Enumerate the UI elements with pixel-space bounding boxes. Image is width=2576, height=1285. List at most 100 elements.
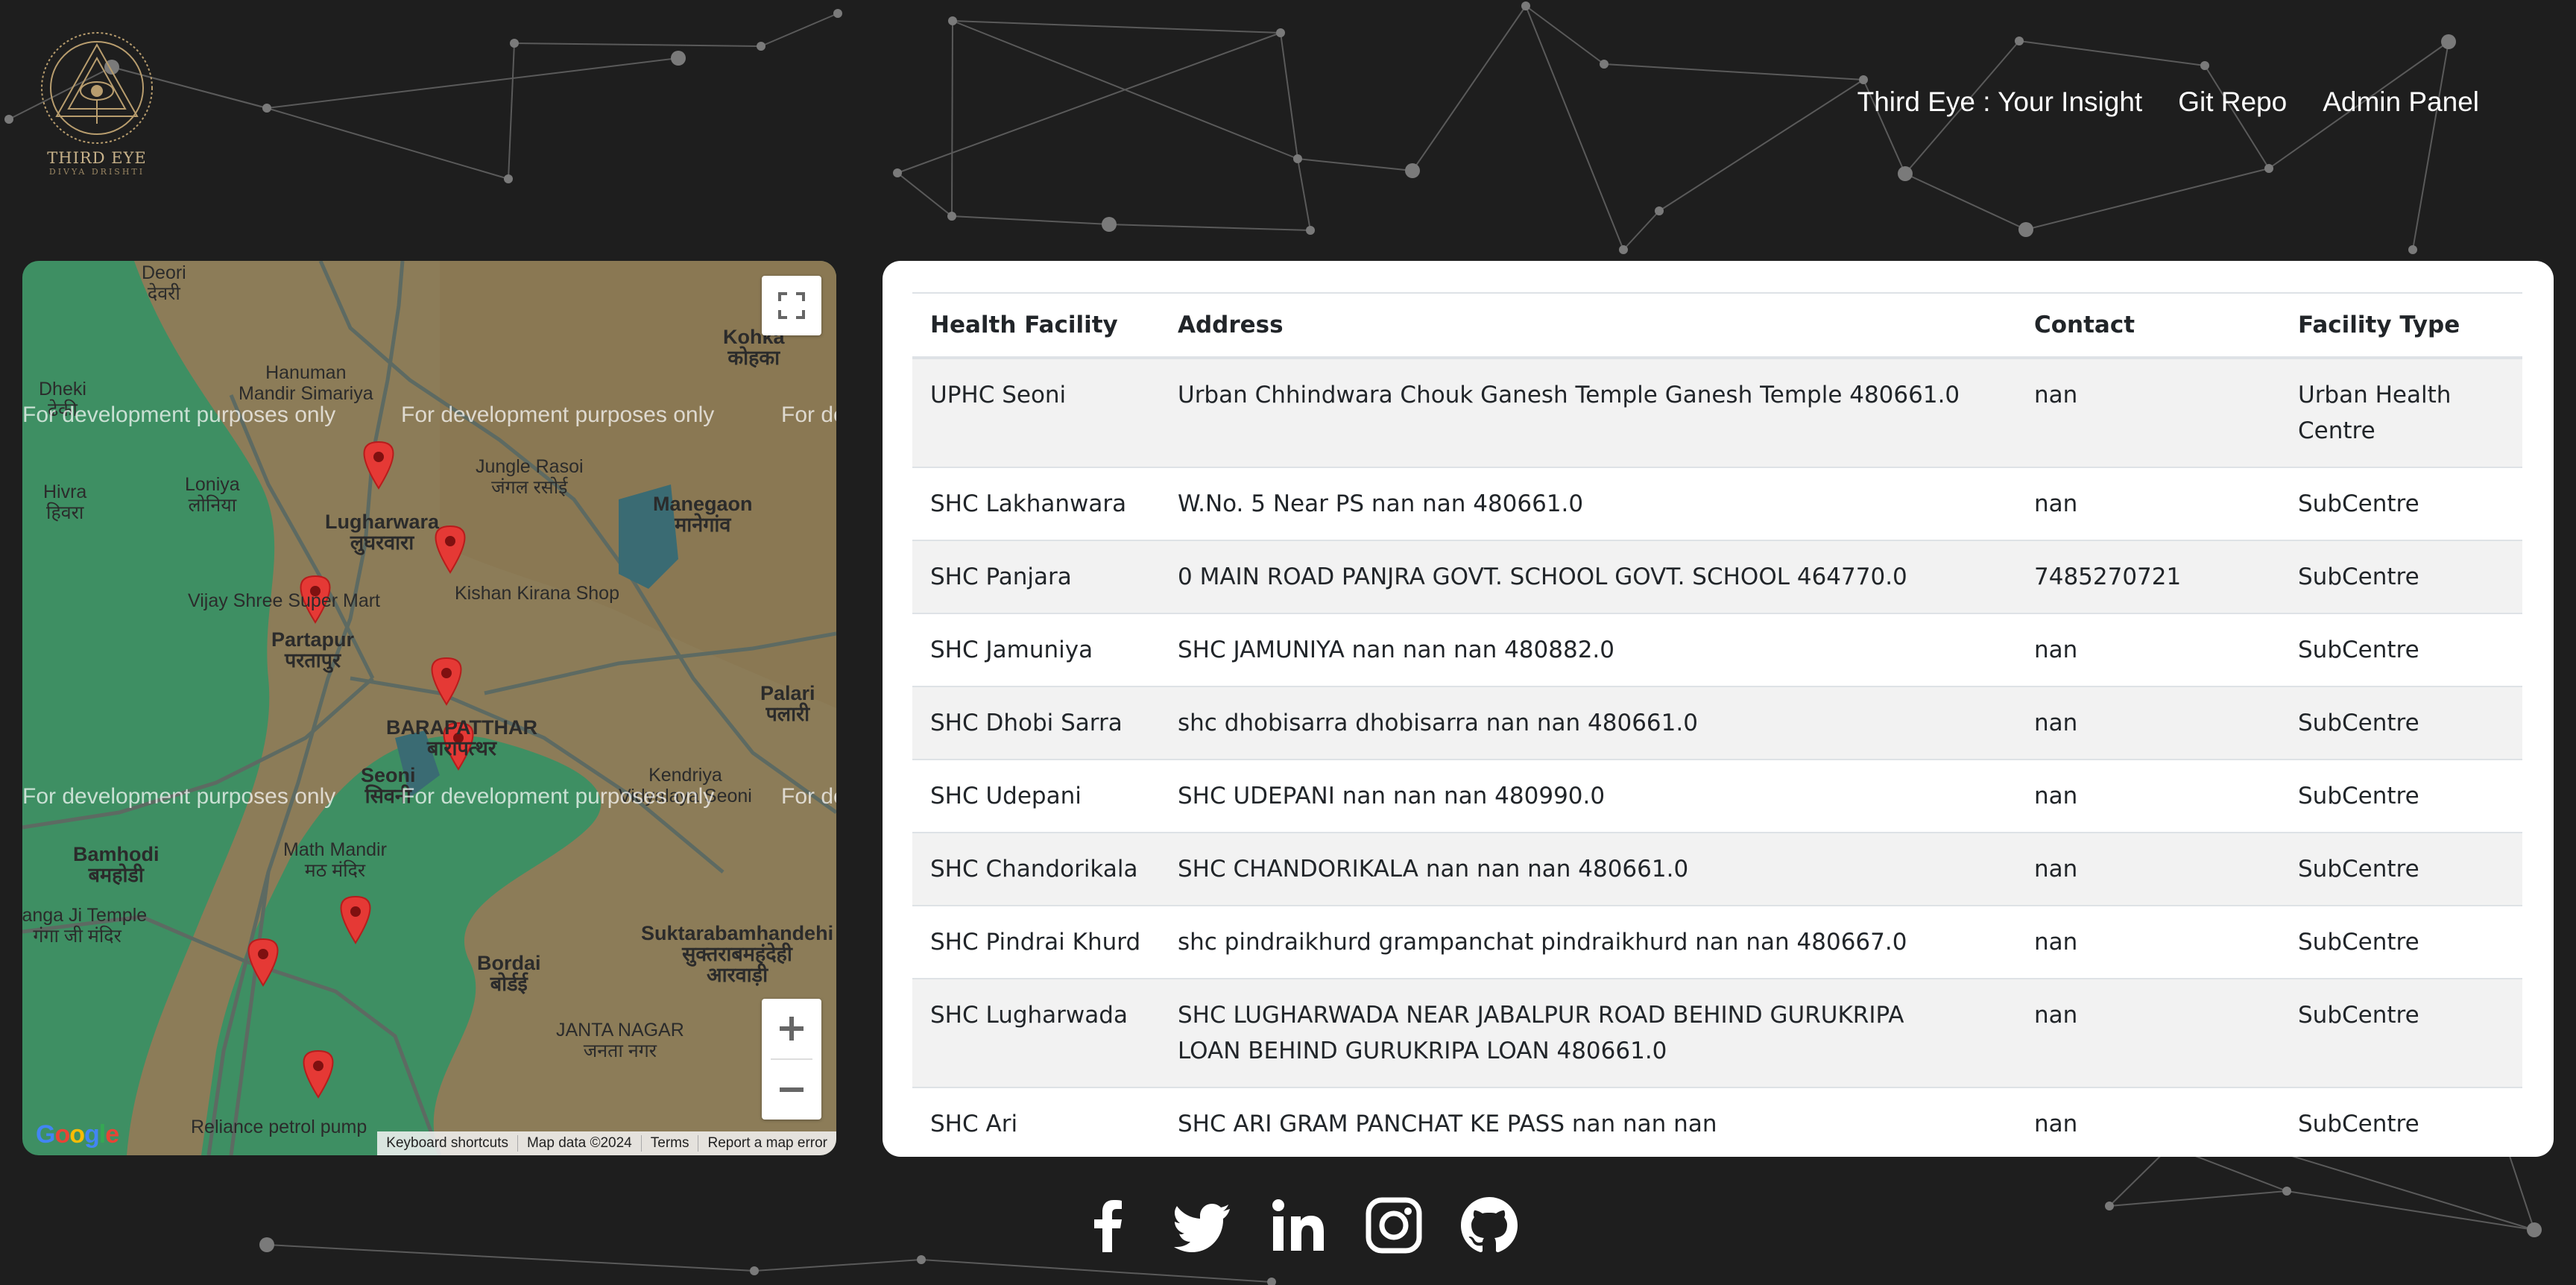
network-node	[1655, 206, 1664, 215]
map-label-vijay-mart: Vijay Shree Super Mart	[188, 590, 380, 611]
logo[interactable]: THIRD EYE DIVYA DRISHTI	[37, 28, 157, 181]
cell-address: W.No. 5 Near PS nan nan 480661.0	[1160, 467, 2016, 540]
network-node	[1405, 163, 1420, 178]
map-label-deori: Deori देवरी	[142, 262, 186, 304]
cell-address: SHC LUGHARWADA NEAR JABALPUR ROAD BEHIND…	[1160, 978, 2016, 1087]
cell-contact: nan	[2016, 759, 2280, 833]
fullscreen-icon	[778, 292, 805, 319]
network-node	[671, 51, 686, 66]
map-label-ganga-temple: Ganga Ji Temple गंगा जी मंदिर	[22, 905, 148, 947]
map-label-suktarabamhandehi: Suktarabamhandehi सुक्तराबमहंदेही आरवाड़…	[641, 922, 834, 986]
cell-facility: SHC Lugharwada	[912, 978, 1160, 1087]
table-row: SHC Udepani SHC UDEPANI nan nan nan 4809…	[912, 759, 2522, 833]
fullscreen-button[interactable]	[762, 276, 821, 335]
nav-link-insight[interactable]: Third Eye : Your Insight	[1857, 86, 2143, 118]
network-node	[2527, 1222, 2542, 1237]
cell-facility: SHC Jamuniya	[912, 613, 1160, 686]
header-address: Address	[1160, 292, 2016, 359]
nav-link-git-repo[interactable]: Git Repo	[2178, 86, 2287, 118]
map-label-loniya: Loniya लोनिया	[185, 474, 240, 516]
map-label-lugharwara: Lugharwara लुघरवारा	[325, 511, 440, 554]
cell-facility: SHC Pindrai Khurd	[912, 905, 1160, 979]
github-icon[interactable]	[1456, 1193, 1522, 1258]
cell-address: shc pindraikhurd grampanchat pindraikhur…	[1160, 905, 2016, 979]
map-watermark: For development purposes only	[781, 402, 836, 427]
map-watermark: For development purposes only	[401, 784, 715, 809]
map-label-jungle-rasoi: Jungle Rasoi जंगल रसोई	[476, 456, 584, 498]
network-node	[833, 9, 842, 18]
table-row: SHC Dhobi Sarra shc dhobisarra dhobisarr…	[912, 686, 2522, 760]
cell-address: SHC JAMUNIYA nan nan nan 480882.0	[1160, 613, 2016, 686]
header-contact: Contact	[2016, 292, 2280, 359]
terms-link[interactable]: Terms	[640, 1135, 698, 1152]
network-node	[1859, 75, 1868, 84]
map-label-hanuman: Hanuman Mandir Simariya	[239, 362, 373, 404]
map-label-bordai: Bordai बोर्डई	[477, 952, 541, 995]
map-label-manegaon: Manegaon मानेगांव	[653, 493, 753, 536]
nav-link-admin-panel[interactable]: Admin Panel	[2323, 86, 2479, 118]
cell-address: SHC UDEPANI nan nan nan 480990.0	[1160, 759, 2016, 833]
cell-contact: nan	[2016, 467, 2280, 540]
cell-type: SubCentre	[2280, 613, 2522, 686]
cell-contact: nan	[2016, 978, 2280, 1087]
cell-facility: SHC Dhobi Sarra	[912, 686, 1160, 760]
cell-address: SHC ARI GRAM PANCHAT KE PASS nan nan nan	[1160, 1087, 2016, 1157]
twitter-icon[interactable]	[1170, 1193, 1236, 1258]
cell-address: SHC CHANDORIKALA nan nan nan 480661.0	[1160, 832, 2016, 906]
top-nav: Third Eye : Your Insight Git Repo Admin …	[1857, 86, 2479, 118]
cell-contact: nan	[2016, 613, 2280, 686]
minus-icon	[780, 1087, 804, 1092]
network-node	[1619, 245, 1628, 254]
header-facility-type: Facility Type	[2280, 292, 2522, 359]
network-node	[1293, 154, 1302, 163]
map-label-hivra: Hivra हिवरा	[43, 482, 87, 523]
google-logo[interactable]: Google	[36, 1120, 119, 1149]
table-header-row: Health Facility Address Contact Facility…	[912, 292, 2522, 359]
network-node	[1102, 217, 1117, 232]
linkedin-icon[interactable]	[1266, 1193, 1331, 1258]
map-panel[interactable]: Deori देवरी Hanuman Mandir Simariya Dhek…	[22, 261, 836, 1155]
header-health-facility: Health Facility	[912, 292, 1160, 359]
network-node	[757, 42, 765, 51]
table-row: SHC Chandorikala SHC CHANDORIKALA nan na…	[912, 832, 2522, 906]
network-node	[1276, 28, 1285, 37]
zoom-control	[762, 999, 821, 1120]
cell-contact: nan	[2016, 686, 2280, 760]
cell-facility: SHC Ari	[912, 1087, 1160, 1157]
network-node	[2264, 164, 2273, 173]
network-node	[1898, 166, 1913, 181]
network-node	[259, 1237, 274, 1252]
network-node	[2441, 34, 2456, 49]
instagram-icon[interactable]	[1361, 1193, 1427, 1258]
keyboard-shortcuts-link[interactable]: Keyboard shortcuts	[377, 1135, 517, 1152]
network-node	[947, 212, 956, 221]
zoom-out-button[interactable]	[762, 1060, 821, 1120]
table-row: SHC Panjara 0 MAIN ROAD PANJRA GOVT. SCH…	[912, 540, 2522, 613]
cell-type: SubCentre	[2280, 1087, 2522, 1157]
cell-facility: SHC Udepani	[912, 759, 1160, 833]
third-eye-emblem-icon	[41, 32, 153, 144]
map-label-reliance: Reliance petrol pump	[191, 1117, 367, 1137]
cell-facility: SHC Lakhanwara	[912, 467, 1160, 540]
network-node	[262, 104, 271, 113]
network-node	[2015, 37, 2024, 45]
facebook-icon[interactable]	[1075, 1193, 1140, 1258]
table-row: UPHC Seoni Urban Chhindwara Chouk Ganesh…	[912, 357, 2522, 467]
zoom-in-button[interactable]	[762, 999, 821, 1058]
report-error-link[interactable]: Report a map error	[698, 1135, 836, 1152]
network-node	[504, 174, 513, 183]
network-node	[1306, 226, 1315, 235]
cell-type: SubCentre	[2280, 978, 2522, 1087]
map-label-palari: Palari पलारी	[760, 682, 815, 725]
map-canvas[interactable]	[22, 261, 836, 1155]
table-row: SHC Jamuniya SHC JAMUNIYA nan nan nan 48…	[912, 613, 2522, 686]
network-node	[948, 16, 957, 25]
cell-type: SubCentre	[2280, 467, 2522, 540]
map-label-barapatthar: BARAPATTHAR बारापत्थर	[386, 716, 537, 760]
table-row: SHC Lakhanwara W.No. 5 Near PS nan nan 4…	[912, 467, 2522, 540]
network-node	[2018, 222, 2033, 237]
map-label-bamhodi: Bamhodi बमहोडी	[73, 843, 160, 886]
cell-facility: SHC Panjara	[912, 540, 1160, 613]
cell-contact: nan	[2016, 905, 2280, 979]
table-row: SHC Ari SHC ARI GRAM PANCHAT KE PASS nan…	[912, 1087, 2522, 1157]
